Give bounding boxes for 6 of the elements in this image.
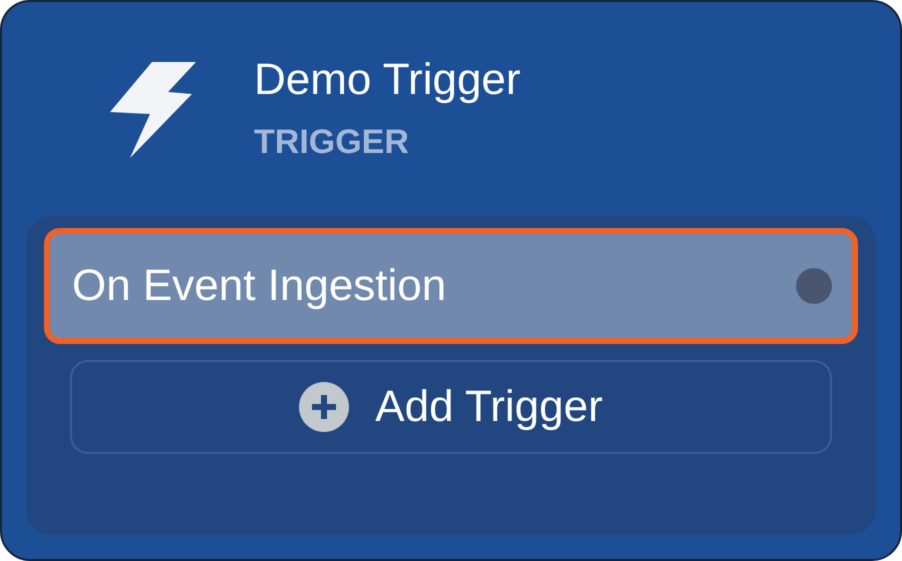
add-trigger-button[interactable]: Add Trigger	[70, 360, 832, 454]
lightning-icon	[110, 62, 196, 158]
node-title: Demo Trigger	[254, 54, 521, 106]
node-type-label: TRIGGER	[254, 122, 410, 162]
trigger-item[interactable]: On Event Ingestion	[44, 228, 858, 344]
plus-icon	[299, 382, 350, 432]
